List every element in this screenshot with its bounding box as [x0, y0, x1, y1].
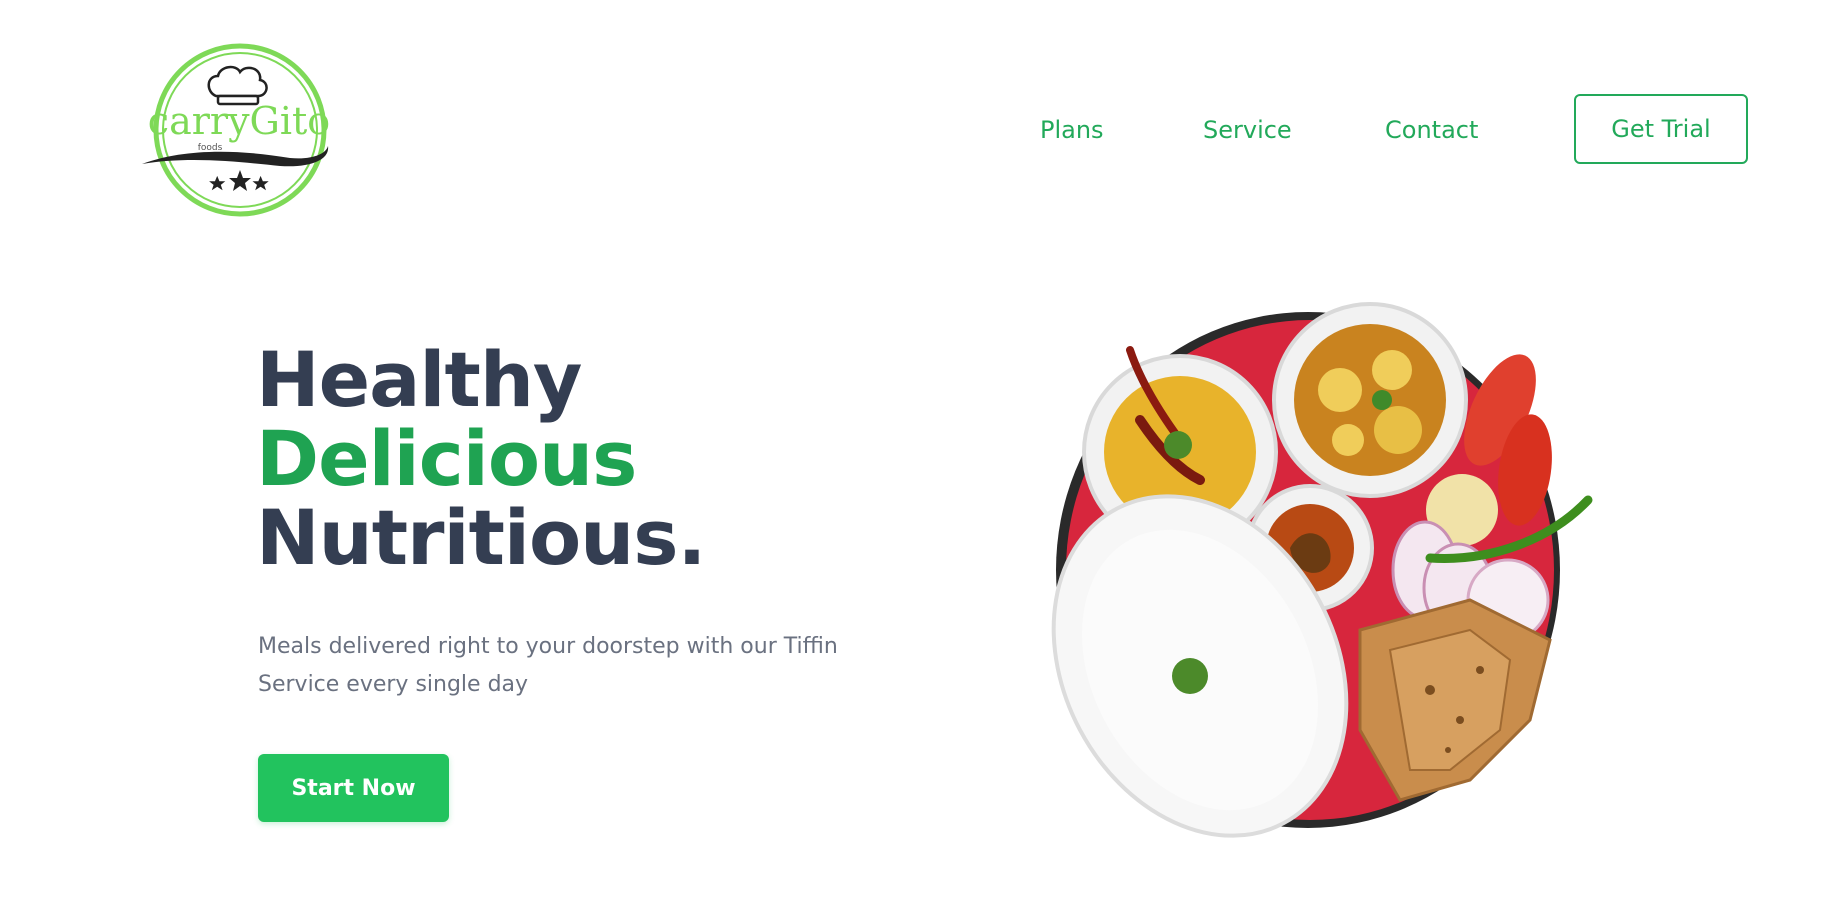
star-icon	[209, 170, 269, 191]
hero-title: Healthy Delicious Nutritious.	[256, 335, 706, 582]
hero-subtitle: Meals delivered right to your doorstep w…	[258, 634, 838, 697]
hero-title-line-2: Delicious	[256, 414, 637, 503]
nav-link-service[interactable]: Service	[1203, 116, 1292, 144]
logo-wordmark: carryGito	[148, 99, 330, 143]
food-platter-image	[1051, 302, 1593, 838]
nav-link-plans[interactable]: Plans	[1040, 116, 1104, 144]
hero-title-line-1: Healthy	[256, 335, 582, 424]
get-trial-button[interactable]: Get Trial	[1574, 94, 1748, 164]
logo-tagline: foods	[198, 143, 223, 153]
nav-link-contact[interactable]: Contact	[1385, 116, 1478, 144]
brand-logo[interactable]: carryGito foods	[140, 40, 336, 220]
start-now-button[interactable]: Start Now	[258, 754, 449, 822]
hero-title-line-3: Nutritious.	[256, 493, 706, 582]
landing-page: carryGito foods Plans Service Contact Ge…	[0, 0, 1844, 912]
